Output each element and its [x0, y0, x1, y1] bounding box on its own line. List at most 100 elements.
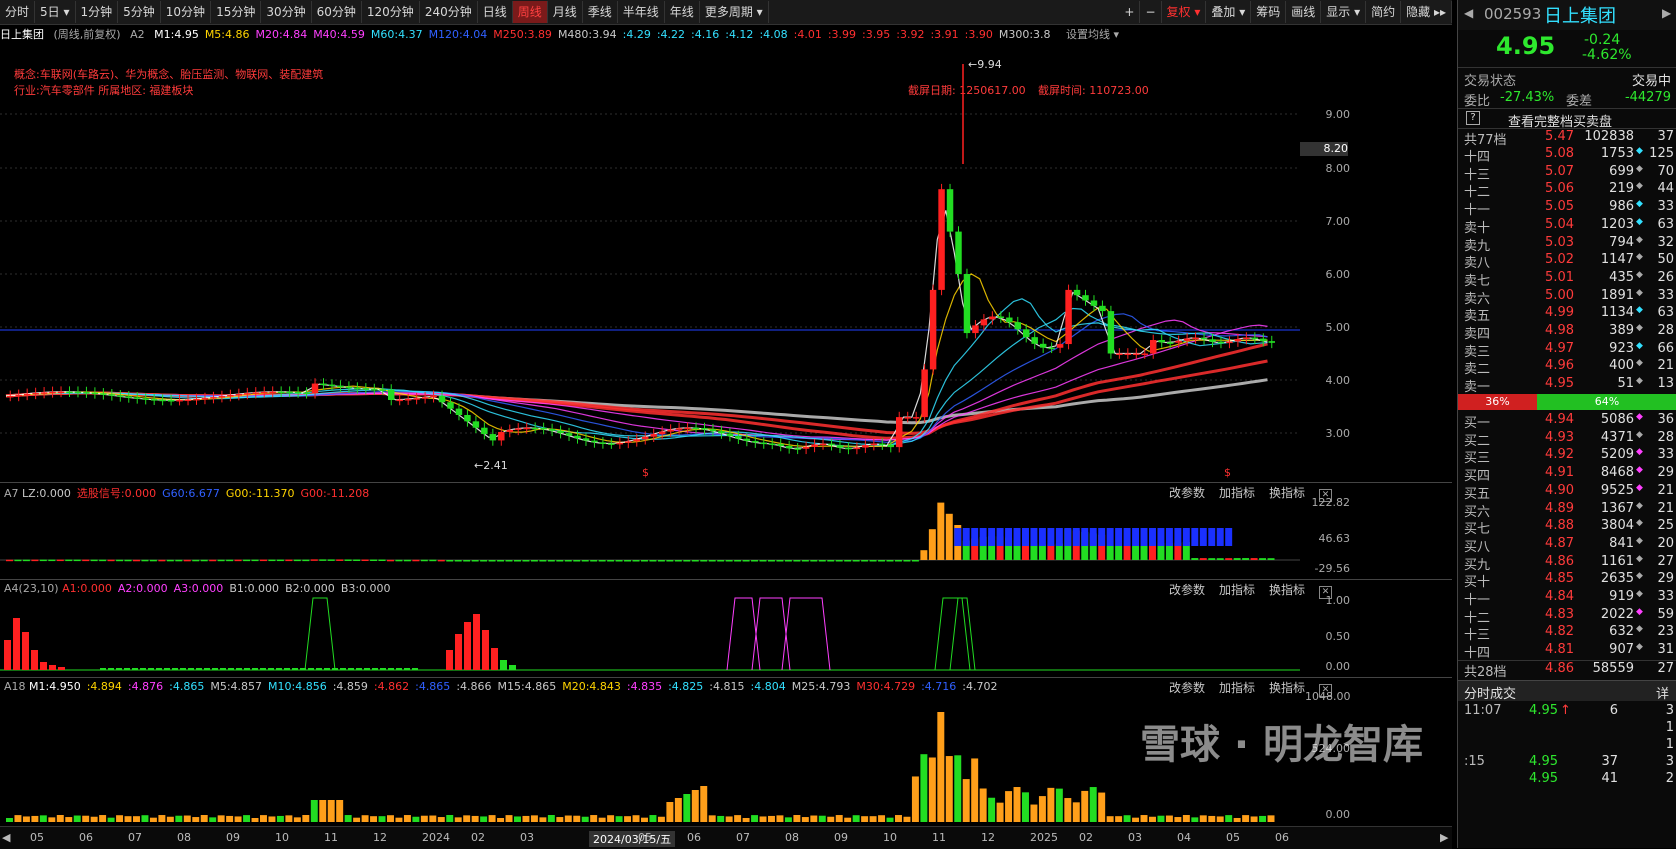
- ind1-bar: [505, 560, 513, 562]
- ind2-green-bar: [188, 668, 194, 670]
- ind1-bar: [234, 559, 242, 562]
- ind1-bar: [31, 559, 39, 562]
- scroll-left-icon[interactable]: ◀: [2, 831, 10, 844]
- candle-body: [1268, 341, 1275, 343]
- quote-header: ◀ 002593 日上集团 ▶: [1458, 0, 1676, 30]
- xaxis-tick-6: 11: [324, 831, 338, 844]
- candle-body: [625, 441, 632, 443]
- period-tab-5[interactable]: 15分钟: [211, 1, 262, 23]
- view-full-book[interactable]: ? 查看完整档买卖盘: [1458, 108, 1676, 130]
- toolbar-right-4[interactable]: 筹码: [1251, 1, 1287, 23]
- ind2-add-indicator[interactable]: 加指标: [1219, 583, 1255, 597]
- volume-bar: [1174, 817, 1182, 822]
- ma-settings-button[interactable]: 设置均线 ▾: [1066, 28, 1119, 41]
- sell-row-5-volume: 794: [1609, 234, 1634, 250]
- volume-bar: [590, 815, 598, 822]
- ind1-bar: [1047, 544, 1055, 560]
- toolbar-right-7[interactable]: 简约: [1366, 1, 1402, 23]
- candle-body: [438, 395, 446, 403]
- buy-row-11-count: 59: [1657, 606, 1674, 622]
- ticks-detail-button[interactable]: 详: [1656, 683, 1669, 702]
- period-tab-0[interactable]: 分时: [0, 1, 36, 23]
- volume-bar: [1064, 798, 1072, 822]
- ind2-red-bar: [482, 630, 489, 670]
- period-tab-12[interactable]: 月线: [548, 1, 583, 23]
- period-tab-14[interactable]: 半年线: [618, 1, 665, 23]
- toolbar-right-3[interactable]: 叠加 ▾: [1206, 1, 1252, 23]
- ind3-switch-indicator[interactable]: 换指标: [1269, 681, 1305, 695]
- period-tab-9[interactable]: 240分钟: [420, 1, 478, 23]
- buy-row-3-label: 买四: [1464, 469, 1491, 485]
- ind2-switch-indicator[interactable]: 换指标: [1269, 583, 1305, 597]
- ind2-edit-params[interactable]: 改参数: [1169, 583, 1205, 597]
- buy-row-7-volume: 841: [1609, 535, 1634, 551]
- volume-bar: [1208, 815, 1216, 822]
- period-tab-2[interactable]: 1分钟: [76, 1, 119, 23]
- volume-bar: [1216, 816, 1224, 822]
- toolbar-right-1[interactable]: −: [1140, 1, 1162, 23]
- ind3.items-item-14: :4.815: [709, 680, 745, 693]
- ind1-bar: [844, 560, 852, 562]
- volume-bar: [217, 815, 225, 822]
- buy-row-6-marker-icon: ◆: [1636, 518, 1643, 529]
- ind2-axis-tick-1: 0.50: [1325, 630, 1351, 643]
- xaxis-tick-3: 08: [177, 831, 191, 844]
- candle-body: [32, 393, 39, 395]
- ind1-bar: [852, 560, 860, 562]
- ind2-green-bar: [124, 668, 130, 670]
- sell-row-9-marker-icon: ◆: [1636, 305, 1643, 316]
- candlestick-chart[interactable]: 概念:车联网(车路云)、华为概念、胎压监测、物联网、装配建筑 行业:汽车零部件 …: [0, 44, 1390, 480]
- ind2-green-bar: [244, 668, 250, 670]
- volume-bar: [1022, 792, 1029, 822]
- ind3-edit-params[interactable]: 改参数: [1169, 681, 1205, 695]
- ind3.items-item-9: :4.866: [456, 680, 492, 693]
- period-tab-1[interactable]: 5日 ▾: [35, 1, 76, 23]
- help-icon[interactable]: ?: [1466, 111, 1480, 125]
- time-axis[interactable]: 05 06 07 08 09 10 11 12 2024 02 03 2024/03/15/五 05 06…: [0, 826, 1452, 849]
- period-tab-3[interactable]: 5分钟: [118, 1, 161, 23]
- ind1-blue-bar: [996, 528, 1004, 546]
- toolbar-right-6[interactable]: 显示 ▾: [1321, 1, 1367, 23]
- period-tab-6[interactable]: 30分钟: [261, 1, 312, 23]
- scroll-right-icon[interactable]: ▶: [1440, 831, 1448, 844]
- period-tab-16[interactable]: 更多周期 ▾: [700, 1, 769, 23]
- ind2-green-bar: [156, 668, 162, 670]
- sell-row-4-volume: 1203: [1600, 216, 1634, 232]
- period-tab-15[interactable]: 年线: [665, 1, 700, 23]
- toolbar-right-5[interactable]: 画线: [1286, 1, 1322, 23]
- buy-row-4-label: 买五: [1464, 486, 1491, 502]
- period-tab-11[interactable]: 周线: [512, 1, 548, 23]
- ind3.items-item-18: :4.716: [921, 680, 957, 693]
- toolbar-right-2[interactable]: 复权 ▾: [1162, 1, 1207, 23]
- toolbar-right-0[interactable]: +: [1119, 1, 1141, 23]
- period-tab-10[interactable]: 日线: [478, 1, 513, 23]
- candle-body: [1082, 295, 1089, 301]
- period-tab-4[interactable]: 10分钟: [161, 1, 212, 23]
- volume-bar: [65, 817, 73, 822]
- ind1-bar: [429, 559, 437, 562]
- volume-bar: [463, 815, 471, 822]
- candle-body: [1150, 340, 1157, 354]
- candle-body: [167, 400, 175, 402]
- candle-body: [760, 442, 767, 445]
- ind2-pulse: [934, 597, 971, 671]
- period-tab-7[interactable]: 60分钟: [312, 1, 362, 23]
- period-tab-8[interactable]: 120分钟: [362, 1, 420, 23]
- nav-down-icon[interactable]: ▶: [1662, 6, 1671, 20]
- ind1-bar: [437, 559, 445, 562]
- sell-row-6-marker-icon: ◆: [1636, 252, 1643, 263]
- candle-body: [1014, 322, 1021, 330]
- period-tab-13[interactable]: 季线: [583, 1, 618, 23]
- ind3-add-indicator[interactable]: 加指标: [1219, 681, 1255, 695]
- candle-body: [1260, 338, 1267, 342]
- buy-row-6: 买七 4.88 3804 ◆ 25: [1458, 518, 1676, 537]
- ma-line-2: [5, 342, 1268, 440]
- volume-bar: [827, 816, 835, 822]
- ind1-bar: [276, 559, 284, 562]
- candle-body: [650, 434, 657, 437]
- ind1-bar: [784, 560, 792, 562]
- toolbar-right-8[interactable]: 隐藏 ▸▸: [1401, 1, 1452, 23]
- nav-up-icon[interactable]: ◀: [1464, 6, 1473, 20]
- volume-bar: [387, 815, 394, 822]
- buy-sell-ratio: 36% 64%: [1458, 394, 1676, 410]
